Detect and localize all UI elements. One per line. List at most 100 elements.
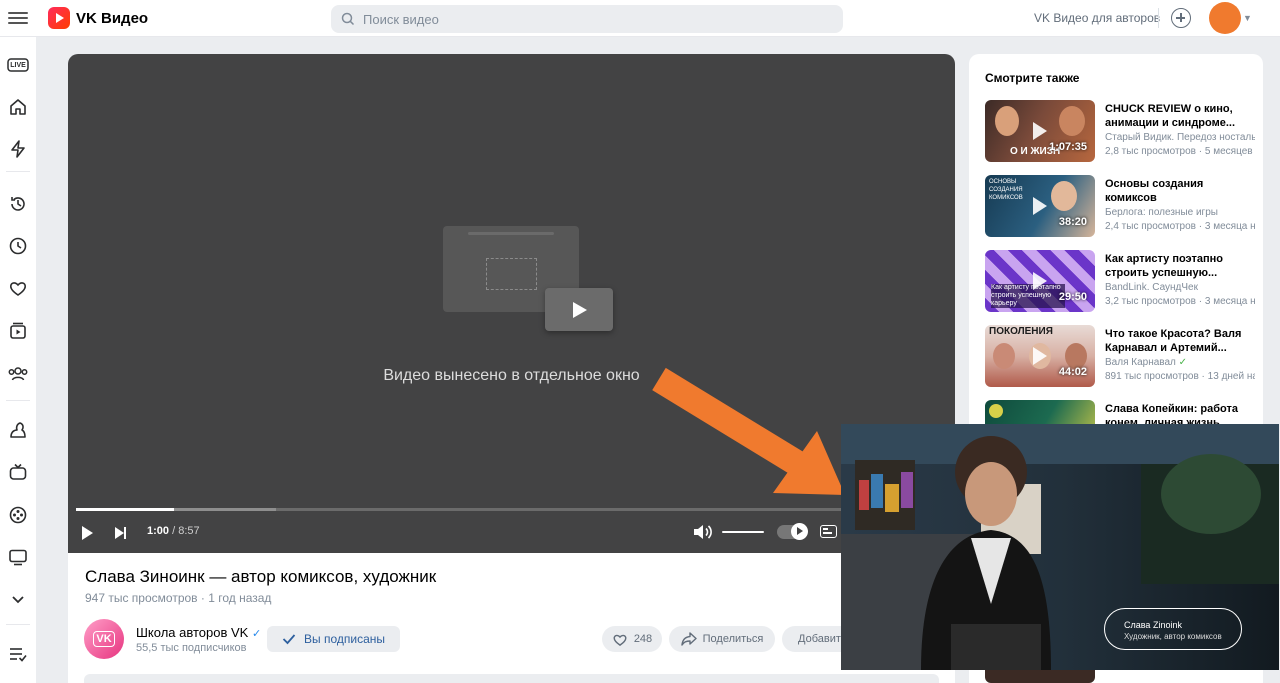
subscribe-label: Вы подписаны <box>304 632 385 646</box>
autoplay-toggle[interactable] <box>777 523 808 540</box>
video-thumbnail[interactable]: ОСНОВЫ СОЗДАНИЯ КОМИКСОВ 38:20 <box>985 175 1095 237</box>
video-thumbnail[interactable]: О И ЖИЗН 1:07:35 <box>985 100 1095 162</box>
related-channel: Валя Карнавал ✓ <box>1105 357 1255 368</box>
related-item[interactable]: ПОКОЛЕНИЯ 44:02 Что такое Красота? Валя … <box>985 325 1255 388</box>
channel-name[interactable]: Школа авторов VK ✓ <box>136 625 261 640</box>
time-display: 1:00 / 8:57 <box>147 525 200 537</box>
share-button[interactable]: Поделиться <box>669 626 775 652</box>
related-item[interactable]: Как артисту поэтапно строить успешную ка… <box>985 250 1255 313</box>
sidebar-divider <box>6 171 30 172</box>
channel-avatar-text: VK <box>93 631 115 647</box>
related-item[interactable]: ОСНОВЫ СОЗДАНИЯ КОМИКСОВ 38:20 Основы со… <box>985 175 1255 238</box>
video-duration: 29:50 <box>1058 291 1087 303</box>
vk-video-logo-icon <box>48 7 70 29</box>
thumbnail-caption: Как артисту поэтапно строить успешную ка… <box>991 284 1065 308</box>
search-icon <box>341 12 355 26</box>
thumbnail-caption: ПОКОЛЕНИЯ <box>989 326 1053 337</box>
related-video-title: Основы создания комиксов <box>1105 178 1204 204</box>
like-button[interactable]: 248 <box>602 626 662 652</box>
video-duration: 44:02 <box>1058 366 1087 378</box>
menu-icon[interactable] <box>8 9 28 27</box>
heart-icon[interactable] <box>6 277 30 301</box>
logo[interactable]: VK Видео <box>48 7 148 29</box>
channel-avatar[interactable]: VK <box>84 619 124 659</box>
play-icon <box>1033 347 1047 365</box>
sidebar-divider <box>6 624 30 625</box>
play-icon <box>1033 197 1047 215</box>
subscribe-button[interactable]: Вы подписаны <box>267 626 400 652</box>
lightning-icon[interactable] <box>6 137 30 161</box>
channel-name-text: Школа авторов VK <box>136 625 249 640</box>
logo-text: VK Видео <box>76 9 149 27</box>
subtitles-icon[interactable] <box>820 525 837 538</box>
related-title: Смотрите также <box>985 71 1080 85</box>
pip-person-name: Слава Zinoink <box>1124 620 1182 630</box>
tv-icon[interactable] <box>6 460 30 484</box>
comment-area <box>84 674 939 683</box>
header-divider <box>1158 8 1159 28</box>
video-title: Слава Зиноинк — автор комиксов, художник <box>85 567 437 586</box>
user-avatar[interactable] <box>1209 2 1241 34</box>
related-video-title: Как артисту поэтапно строить успешную... <box>1105 253 1223 279</box>
search-box[interactable] <box>331 5 843 33</box>
channel-subscribers: 55,5 тыс подписчиков <box>136 642 247 654</box>
video-duration: 38:20 <box>1058 216 1087 228</box>
arrow-icon <box>652 367 845 495</box>
related-views: 3,2 тыс просмотров · 3 месяца назад <box>1105 296 1255 307</box>
related-video-title: Что такое Красота? Валя Карнавал и Артем… <box>1105 328 1242 354</box>
play-icon <box>1033 122 1047 140</box>
heart-icon <box>613 634 627 646</box>
home-icon[interactable] <box>6 95 30 119</box>
related-channel: Старый Видик. Передоз ностальгии <box>1105 132 1255 143</box>
check-icon <box>282 634 296 645</box>
live-icon[interactable]: LIVE <box>6 53 30 77</box>
related-video-title: CHUCK REVIEW о кино, анимации и синдроме… <box>1105 103 1236 129</box>
related-views: 2,4 тыс просмотров · 3 месяца назад <box>1105 221 1255 232</box>
pip-illustration <box>443 226 613 336</box>
verified-icon: ✓ <box>251 628 262 640</box>
monitor-icon[interactable] <box>6 545 30 569</box>
volume-slider[interactable] <box>722 531 764 533</box>
authors-link[interactable]: VK Видео для авторов <box>1034 11 1160 25</box>
related-views: 2,8 тыс просмотров · 5 месяцев назад <box>1105 146 1255 157</box>
related-channel: Берлога: полезные игры <box>1105 207 1218 218</box>
video-thumbnail[interactable]: ПОКОЛЕНИЯ 44:02 <box>985 325 1095 387</box>
play-icon <box>1033 272 1047 290</box>
thumbnail-caption: ОСНОВЫ СОЗДАНИЯ КОМИКСОВ <box>989 179 1023 201</box>
chevron-down-icon[interactable]: ▼ <box>1243 13 1252 23</box>
add-label: Добавить <box>798 633 842 645</box>
search-input[interactable] <box>363 11 823 27</box>
clock-icon[interactable] <box>6 234 30 258</box>
related-views: 891 тыс просмотров · 13 дней назад <box>1105 371 1255 382</box>
film-icon[interactable] <box>6 503 30 527</box>
sidebar-divider <box>6 400 30 401</box>
pip-name-badge: Слава Zinoink Художник, автор комиксов <box>1104 608 1242 650</box>
live-label: LIVE <box>10 61 26 69</box>
play-icon[interactable] <box>545 288 613 331</box>
sidebar: LIVE <box>0 37 36 683</box>
catalog-icon[interactable] <box>6 642 30 666</box>
add-button[interactable]: Добавить <box>782 626 842 652</box>
pip-window[interactable]: Слава Zinoink Художник, автор комиксов <box>841 424 1279 670</box>
progress-bar[interactable] <box>76 508 947 511</box>
subscriptions-icon[interactable] <box>6 362 30 386</box>
top-bar: VK Видео VK Видео для авторов ▼ <box>0 0 1280 37</box>
video-info: Слава Зиноинк — автор комиксов, художник… <box>68 553 955 683</box>
history-icon[interactable] <box>6 192 30 216</box>
upload-plus-icon[interactable] <box>1171 8 1191 28</box>
playlist-icon[interactable] <box>6 319 30 343</box>
video-thumbnail[interactable]: Как артисту поэтапно строить успешную ка… <box>985 250 1095 312</box>
volume-icon[interactable] <box>693 524 713 540</box>
next-button[interactable] <box>115 526 129 540</box>
kids-icon[interactable] <box>6 418 30 442</box>
play-button[interactable] <box>82 526 93 540</box>
related-item[interactable]: О И ЖИЗН 1:07:35 CHUCK REVIEW о кино, ан… <box>985 100 1255 163</box>
like-count: 248 <box>633 633 653 645</box>
chevron-down-icon[interactable] <box>6 587 30 611</box>
share-label: Поделиться <box>702 633 764 645</box>
progress-fill <box>76 508 174 511</box>
related-channel: BandLink. СаундЧек <box>1105 282 1198 293</box>
verified-icon: ✓ <box>1178 357 1188 368</box>
thumbnail-partial <box>985 670 1095 683</box>
video-duration: 1:07:35 <box>1049 141 1087 153</box>
